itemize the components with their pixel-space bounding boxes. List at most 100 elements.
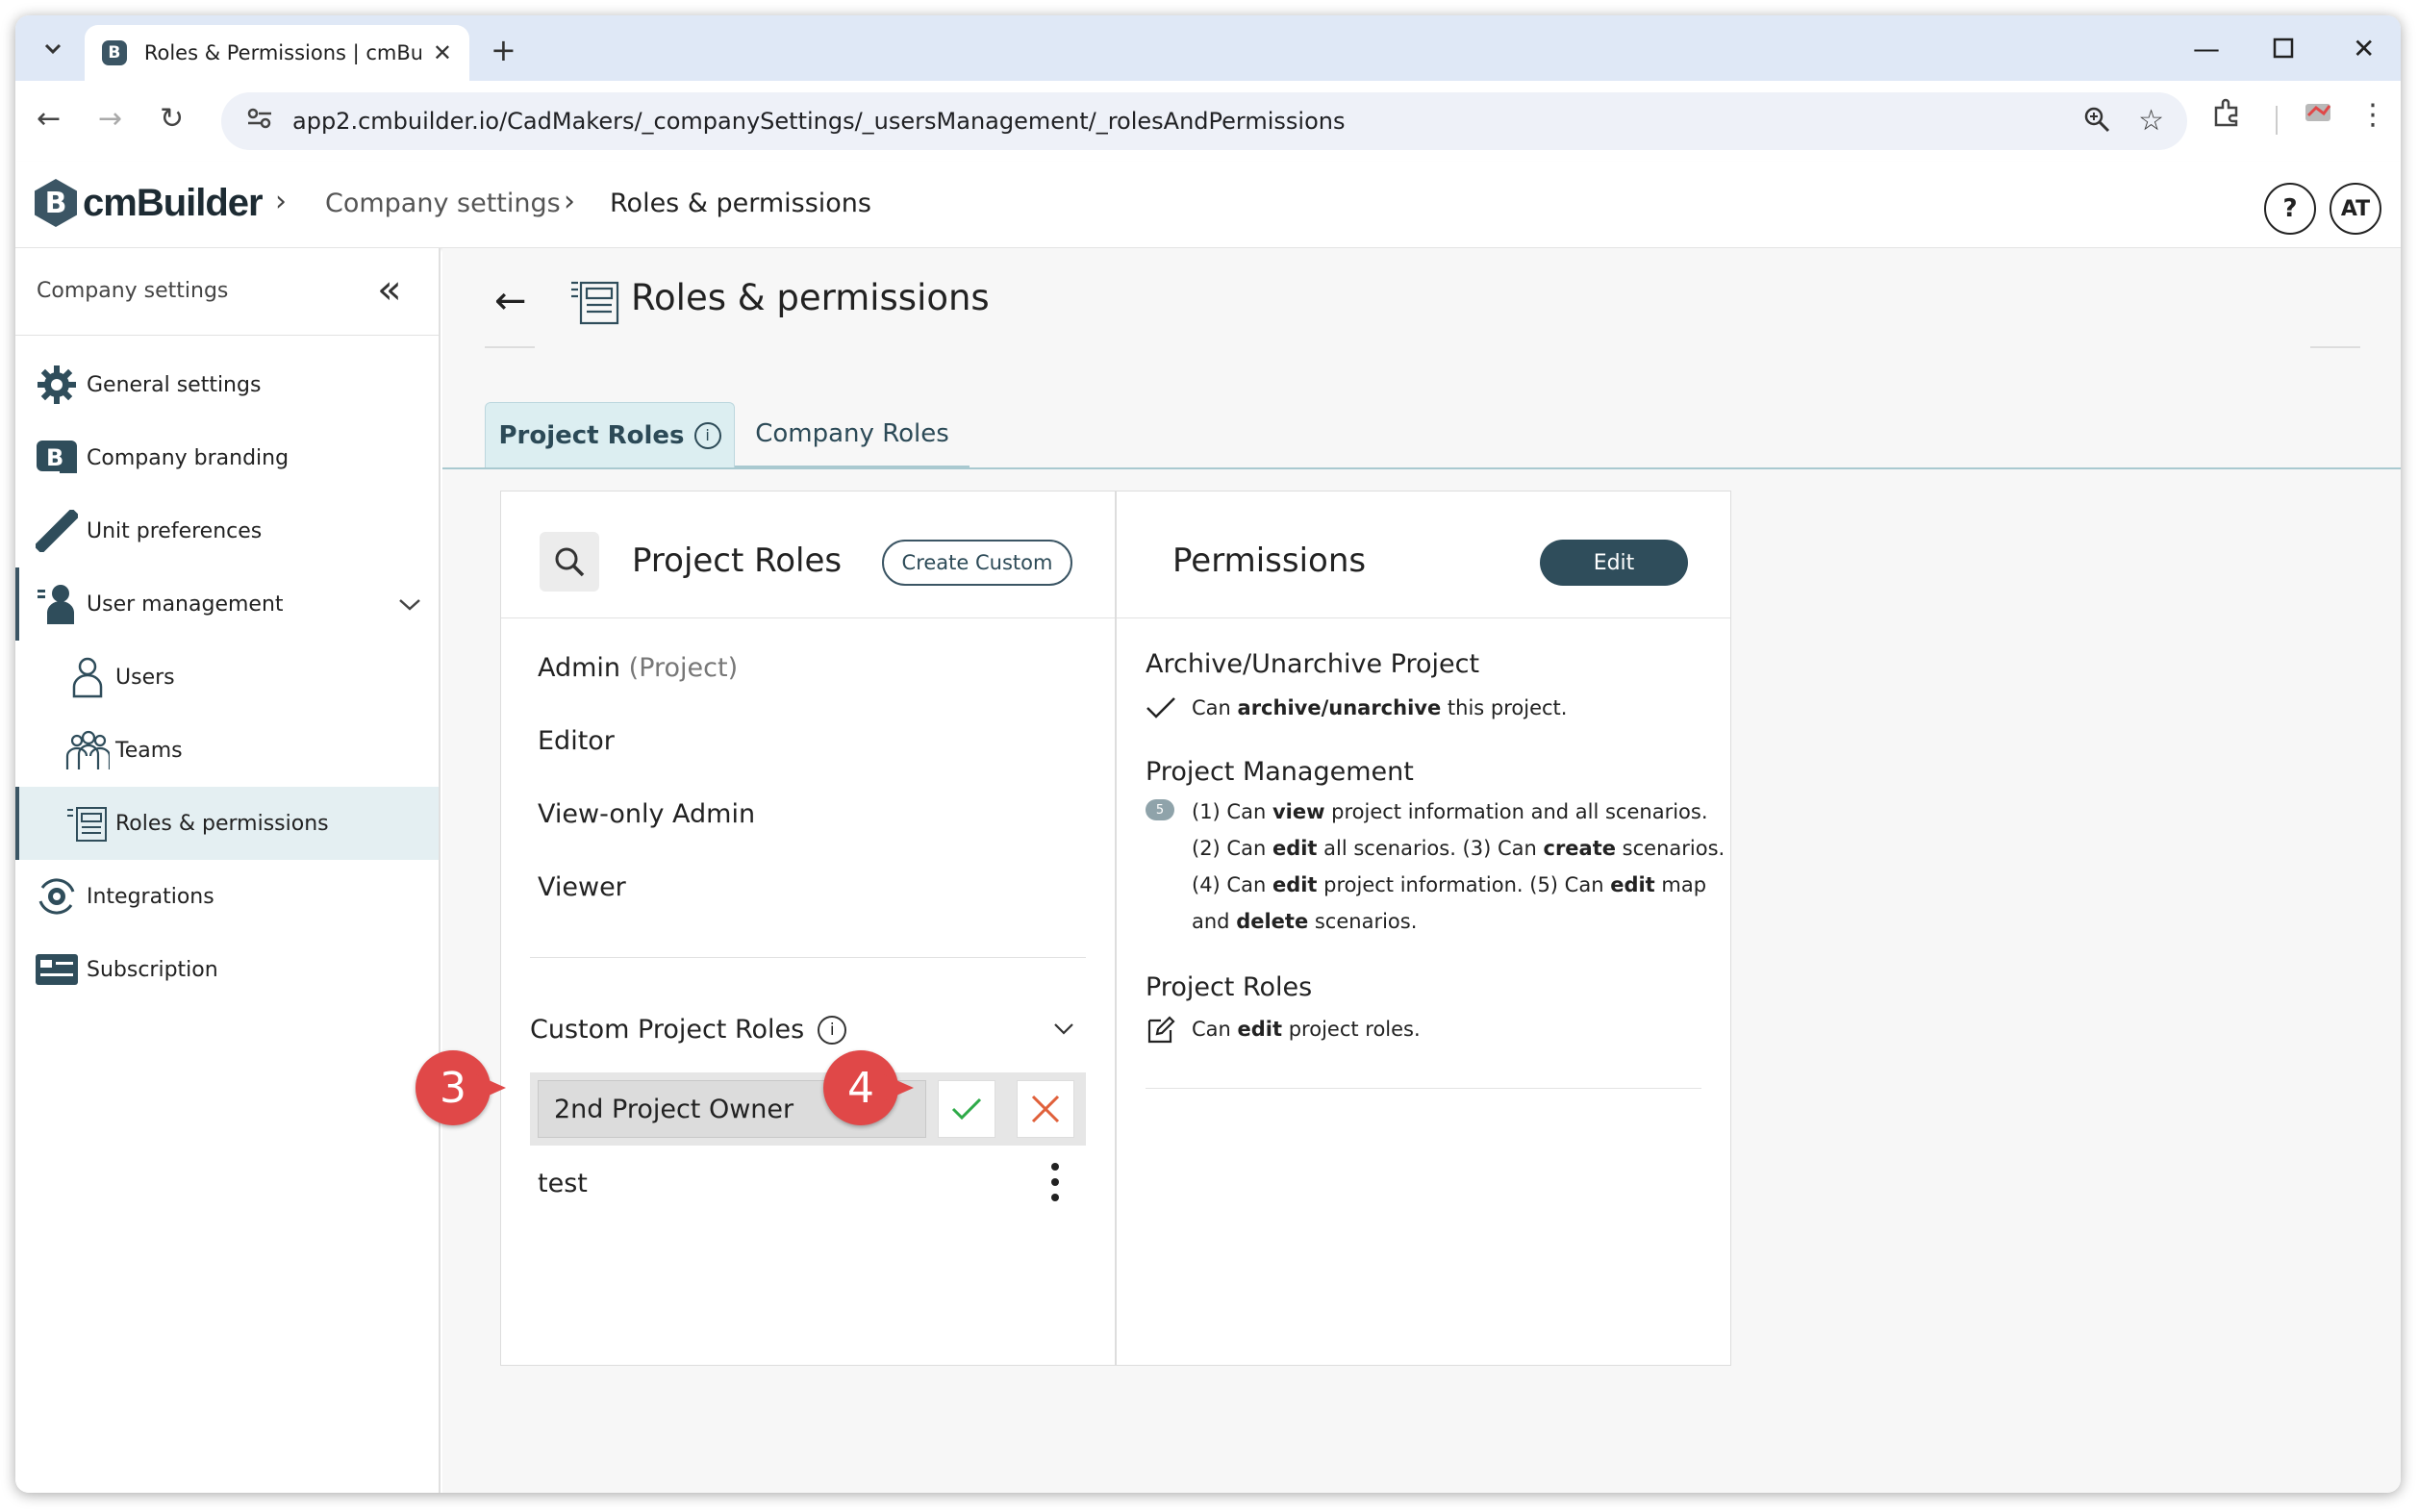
chevron-down-icon[interactable] bbox=[1053, 1015, 1074, 1042]
tab-label: Company Roles bbox=[755, 419, 949, 448]
sidebar-item-user-management[interactable]: User management bbox=[15, 567, 439, 641]
breadcrumb-current: Roles & permissions bbox=[610, 189, 871, 218]
title-divider bbox=[485, 346, 535, 348]
back-arrow-icon[interactable]: ← bbox=[494, 279, 527, 323]
custom-roles-header[interactable]: Custom Project Roles i bbox=[530, 1015, 847, 1045]
breadcrumb-chevron-icon: › bbox=[564, 185, 575, 218]
sidebar-item-label: Users bbox=[115, 665, 175, 690]
app-header: B cmBuilder › Company settings › Roles &… bbox=[15, 162, 2401, 248]
avatar[interactable]: AT bbox=[2330, 183, 2381, 235]
sidebar-item-general-settings[interactable]: General settings bbox=[15, 348, 439, 421]
sidebar-item-unit-preferences[interactable]: Unit preferences bbox=[15, 494, 439, 567]
create-custom-button[interactable]: Create Custom bbox=[882, 540, 1072, 586]
url-text: app2.cmbuilder.io/CadMakers/_companySett… bbox=[292, 108, 1346, 135]
back-nav-icon[interactable]: ← bbox=[37, 102, 61, 136]
address-bar[interactable]: app2.cmbuilder.io/CadMakers/_companySett… bbox=[221, 92, 2187, 150]
search-button[interactable] bbox=[540, 532, 599, 592]
checkmark-icon bbox=[951, 1097, 982, 1121]
callout-step-4: 4 bbox=[823, 1050, 919, 1125]
toolbar-divider bbox=[2276, 106, 2278, 135]
zoom-icon[interactable] bbox=[2083, 106, 2110, 139]
gear-icon bbox=[35, 363, 79, 407]
sidebar-item-label: Unit preferences bbox=[87, 518, 263, 543]
confirm-button[interactable] bbox=[938, 1080, 995, 1138]
user-management-icon bbox=[35, 582, 79, 626]
role-item-viewer[interactable]: Viewer bbox=[538, 872, 626, 902]
role-item-view-only-admin[interactable]: View-only Admin bbox=[538, 799, 755, 829]
sidebar-item-label: Roles & permissions bbox=[115, 811, 329, 836]
sidebar-item-company-branding[interactable]: B Company branding bbox=[15, 421, 439, 494]
page-title: Roles & permissions bbox=[631, 277, 990, 318]
tab-label: Project Roles bbox=[498, 420, 685, 450]
role-rename-row bbox=[530, 1072, 1086, 1146]
tab-search-button[interactable] bbox=[35, 31, 71, 67]
sidebar-item-teams[interactable]: Teams bbox=[15, 714, 439, 787]
role-name: Admin bbox=[538, 653, 621, 683]
browser-tab[interactable]: B Roles & Permissions | cmBuilder ✕ bbox=[85, 25, 469, 81]
extensions-icon[interactable] bbox=[2212, 98, 2241, 135]
pencil-edit-icon bbox=[1146, 1015, 1176, 1049]
chevron-down-icon bbox=[44, 43, 62, 55]
sidebar-item-label: User management bbox=[87, 592, 284, 617]
logo-mark-icon: B bbox=[35, 179, 77, 227]
reload-icon[interactable]: ↻ bbox=[160, 102, 184, 136]
new-tab-button[interactable]: + bbox=[491, 35, 516, 65]
panel-divider bbox=[530, 957, 1086, 958]
custom-role-item[interactable]: test bbox=[538, 1169, 588, 1198]
sidebar-item-roles-permissions[interactable]: Roles & permissions bbox=[15, 787, 439, 860]
panel-divider bbox=[1146, 1088, 1701, 1089]
breadcrumb-company-settings[interactable]: Company settings bbox=[325, 189, 561, 218]
browser-menu-icon[interactable]: ⋮ bbox=[2358, 98, 2387, 132]
browser-window: B Roles & Permissions | cmBuilder ✕ + — … bbox=[15, 15, 2401, 1493]
checkmark-icon bbox=[1146, 695, 1176, 724]
user-icon bbox=[65, 655, 110, 699]
tab-project-roles[interactable]: Project Roles i bbox=[485, 402, 735, 467]
browser-tab-bar: B Roles & Permissions | cmBuilder ✕ + — … bbox=[15, 15, 2401, 81]
project-roles-panel: Project Roles Create Custom Admin (Proje… bbox=[500, 491, 1116, 1366]
app-logo[interactable]: B cmBuilder bbox=[35, 179, 264, 227]
role-item-admin[interactable]: Admin (Project) bbox=[538, 653, 738, 683]
custom-roles-title: Custom Project Roles bbox=[530, 1015, 805, 1045]
roles-page-icon bbox=[569, 273, 621, 329]
sidebar-item-subscription[interactable]: Subscription bbox=[15, 933, 439, 1006]
roles-icon bbox=[65, 801, 110, 845]
sidebar-item-label: Subscription bbox=[87, 957, 218, 982]
tab-company-roles[interactable]: Company Roles bbox=[735, 402, 970, 467]
panel-header: Permissions Edit bbox=[1117, 491, 1730, 618]
sidebar-item-label: Company branding bbox=[87, 445, 290, 470]
role-suffix: (Project) bbox=[628, 653, 739, 683]
close-tab-icon[interactable]: ✕ bbox=[433, 39, 452, 66]
title-divider bbox=[2310, 346, 2360, 348]
sidebar-divider bbox=[15, 335, 439, 336]
permission-text: (1) Can view project information and all… bbox=[1192, 800, 1725, 933]
chevron-down-icon[interactable] bbox=[398, 590, 421, 618]
forward-nav-icon[interactable]: → bbox=[98, 102, 122, 136]
role-item-editor[interactable]: Editor bbox=[538, 726, 615, 756]
help-icon[interactable]: ? bbox=[2264, 183, 2316, 235]
edit-permissions-button[interactable]: Edit bbox=[1540, 540, 1688, 586]
sidebar-item-integrations[interactable]: Integrations bbox=[15, 860, 439, 933]
active-indicator bbox=[15, 787, 19, 860]
permission-heading: Archive/Unarchive Project bbox=[1146, 649, 1480, 679]
info-icon[interactable]: i bbox=[818, 1015, 847, 1045]
permission-heading: Project Roles bbox=[1146, 972, 1313, 1002]
logo-text: cmBuilder bbox=[83, 181, 264, 224]
sidebar-item-label: Integrations bbox=[87, 884, 214, 909]
team-icon bbox=[65, 728, 110, 772]
panel-title: Project Roles bbox=[632, 542, 843, 580]
address-row: ← → ↻ app2.cmbuilder.io/CadMakers/_compa… bbox=[15, 81, 2401, 162]
minimize-icon[interactable]: — bbox=[2193, 33, 2220, 64]
info-icon[interactable]: i bbox=[693, 421, 721, 449]
sidebar-item-users[interactable]: Users bbox=[15, 641, 439, 714]
collapse-sidebar-icon[interactable]: « bbox=[377, 265, 402, 313]
search-icon bbox=[555, 547, 585, 577]
site-info-icon[interactable] bbox=[246, 107, 273, 136]
more-options-icon[interactable] bbox=[1045, 1163, 1065, 1201]
bookmark-star-icon[interactable]: ☆ bbox=[2138, 104, 2164, 138]
maximize-icon[interactable] bbox=[2272, 35, 2295, 66]
profile-extension-icon[interactable] bbox=[2303, 98, 2333, 135]
permission-heading: Project Management bbox=[1146, 757, 1414, 787]
close-window-icon[interactable]: ✕ bbox=[2353, 33, 2375, 64]
ruler-icon bbox=[35, 509, 79, 553]
cancel-button[interactable] bbox=[1017, 1080, 1074, 1138]
